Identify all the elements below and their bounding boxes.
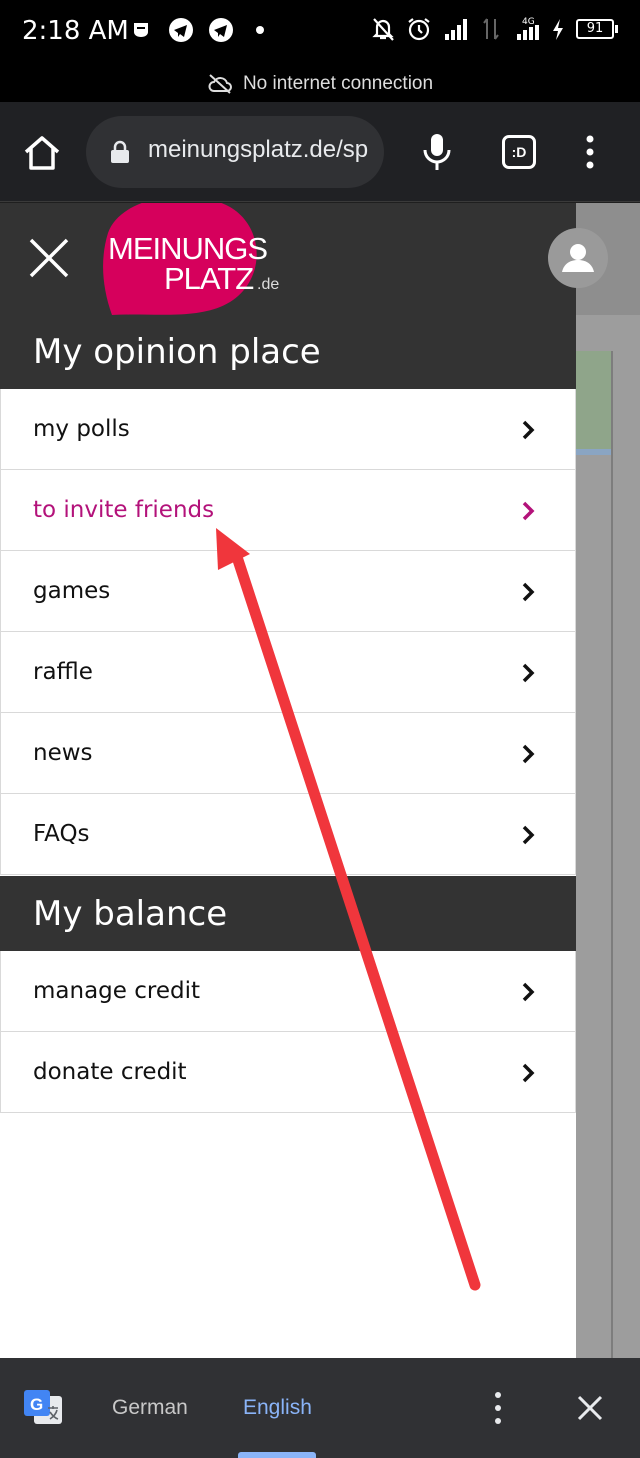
menu-item-label: manage credit bbox=[33, 978, 200, 1004]
chevron-right-icon bbox=[522, 501, 535, 521]
battery-cap bbox=[615, 25, 618, 33]
opinion-menu-list: my polls to invite friends games raffle … bbox=[0, 389, 576, 875]
status-system-icons: 4G 91 bbox=[370, 16, 618, 42]
menu-item-label: games bbox=[33, 578, 111, 604]
user-avatar-button[interactable] bbox=[548, 228, 608, 288]
svg-text:G: G bbox=[30, 1395, 43, 1414]
tabs-button[interactable]: :D bbox=[502, 135, 536, 169]
signal-icon bbox=[445, 19, 467, 40]
page-background-divider bbox=[611, 351, 613, 1358]
menu-item-label: donate credit bbox=[33, 1059, 187, 1085]
home-icon[interactable] bbox=[22, 134, 62, 172]
menu-item-label: FAQs bbox=[33, 821, 90, 847]
svg-text:4G: 4G bbox=[522, 17, 535, 27]
telegram-icon bbox=[169, 18, 193, 42]
signal-4g-icon: 4G bbox=[517, 17, 539, 40]
browser-toolbar: meinungsplatz.de/sp :D bbox=[0, 102, 640, 202]
menu-item-label: raffle bbox=[33, 659, 93, 685]
close-icon[interactable] bbox=[576, 1394, 604, 1422]
telegram-icon bbox=[209, 18, 233, 42]
network-banner-text: No internet connection bbox=[242, 73, 434, 94]
charging-icon bbox=[553, 19, 563, 40]
menu-item-donate-credit[interactable]: donate credit bbox=[0, 1032, 576, 1113]
balance-menu-list: manage credit donate credit bbox=[0, 951, 576, 1113]
battery-indicator: 91 bbox=[576, 19, 618, 39]
user-icon bbox=[562, 244, 594, 272]
chevron-right-icon bbox=[522, 825, 535, 845]
menu-item-invite-friends[interactable]: to invite friends bbox=[0, 470, 576, 551]
svg-text:.de: .de bbox=[257, 276, 279, 293]
chevron-right-icon bbox=[522, 582, 535, 602]
mic-icon[interactable] bbox=[420, 132, 454, 172]
chevron-right-icon bbox=[522, 663, 535, 683]
chevron-right-icon bbox=[522, 744, 535, 764]
address-bar[interactable]: meinungsplatz.de/sp bbox=[86, 116, 384, 188]
menu-item-games[interactable]: games bbox=[0, 551, 576, 632]
page-background-overlay bbox=[576, 315, 640, 1358]
chevron-right-icon bbox=[522, 420, 535, 440]
close-icon[interactable] bbox=[28, 237, 70, 279]
google-translate-icon: G bbox=[24, 1390, 62, 1424]
menu-item-manage-credit[interactable]: manage credit bbox=[0, 951, 576, 1032]
menu-item-label: my polls bbox=[33, 416, 130, 442]
lock-icon bbox=[111, 140, 129, 163]
status-bar: 2:18 AM 4G 91 bbox=[0, 0, 640, 66]
bell-off-icon bbox=[372, 18, 394, 41]
web-page: MEINUNGS PLATZ .de My opinion place my p… bbox=[0, 203, 640, 1358]
menu-item-faqs[interactable]: FAQs bbox=[0, 794, 576, 875]
source-language-tab[interactable]: German bbox=[112, 1396, 188, 1420]
cloud-off-icon bbox=[208, 74, 232, 94]
selected-language-indicator bbox=[238, 1452, 316, 1458]
data-transfer-icon bbox=[483, 18, 499, 40]
menu-item-label: news bbox=[33, 740, 93, 766]
chevron-right-icon bbox=[522, 1063, 535, 1083]
svg-text:PLATZ: PLATZ bbox=[164, 261, 253, 296]
menu-item-my-polls[interactable]: my polls bbox=[0, 389, 576, 470]
battery-level: 91 bbox=[576, 19, 614, 39]
chevron-right-icon bbox=[522, 982, 535, 1002]
status-notification-icons bbox=[128, 17, 264, 43]
navigation-drawer: MEINUNGS PLATZ .de My opinion place my p… bbox=[0, 203, 576, 1358]
menu-item-label: to invite friends bbox=[33, 497, 215, 523]
section-title-balance: My balance bbox=[0, 876, 576, 951]
menu-item-raffle[interactable]: raffle bbox=[0, 632, 576, 713]
menu-item-news[interactable]: news bbox=[0, 713, 576, 794]
meinungsplatz-logo[interactable]: MEINUNGS PLATZ .de bbox=[100, 203, 290, 315]
more-vert-icon[interactable] bbox=[580, 134, 600, 170]
section-title-opinion: My opinion place bbox=[0, 315, 576, 389]
target-language-tab[interactable]: English bbox=[243, 1396, 312, 1420]
url-text[interactable]: meinungsplatz.de/sp bbox=[148, 136, 368, 164]
page-background-image bbox=[576, 351, 612, 455]
app-notification-icon bbox=[134, 23, 148, 37]
more-vert-icon[interactable] bbox=[490, 1390, 506, 1426]
translate-bar: G German English bbox=[0, 1358, 640, 1458]
alarm-icon bbox=[408, 18, 430, 41]
network-banner: No internet connection bbox=[0, 66, 640, 102]
more-notifications-dot bbox=[256, 26, 264, 34]
status-time: 2:18 AM bbox=[22, 16, 129, 46]
